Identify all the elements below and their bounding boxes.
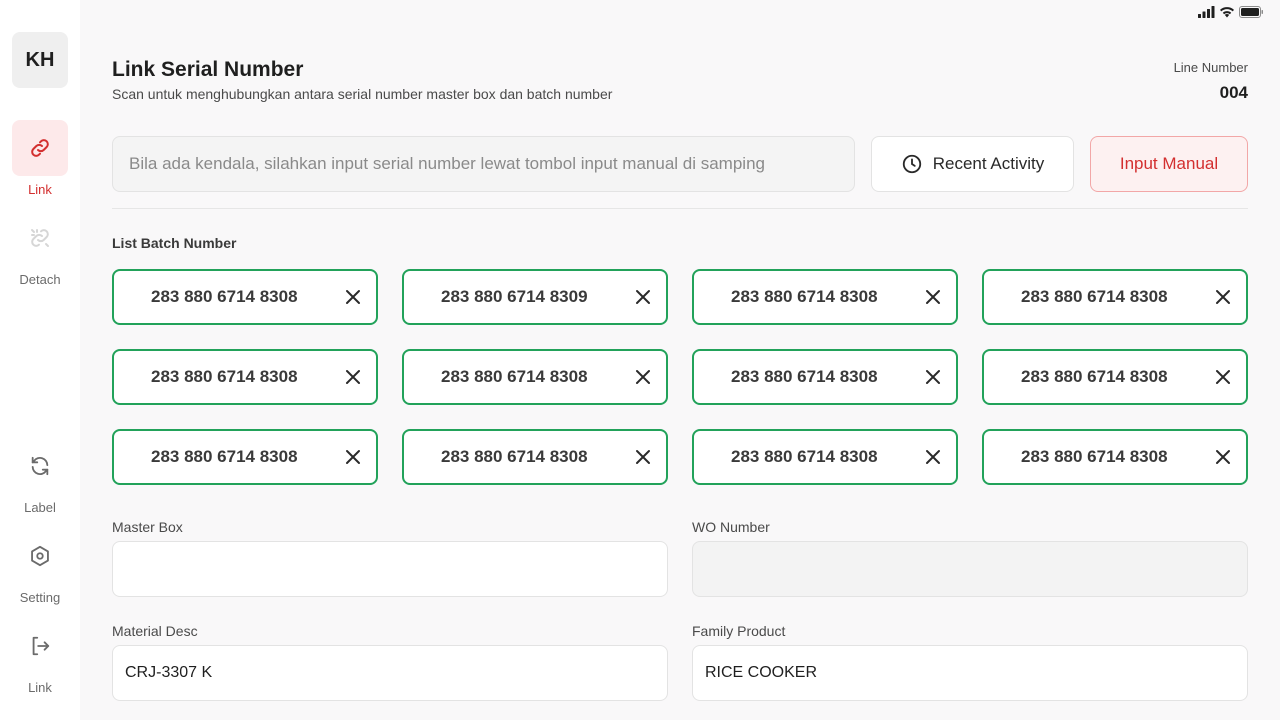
logout-icon <box>12 618 68 674</box>
page-title: Link Serial Number <box>112 58 304 81</box>
close-icon[interactable] <box>924 448 942 466</box>
close-icon[interactable] <box>344 368 362 386</box>
wo-number-label: WO Number <box>692 519 770 535</box>
batch-number-text: 283 880 6714 8308 <box>151 287 298 306</box>
sidebar-item-logout[interactable]: Link <box>0 618 80 695</box>
close-icon[interactable] <box>634 448 652 466</box>
main-content: Link Serial Number Scan untuk menghubung… <box>80 0 1280 720</box>
recent-activity-button[interactable]: Recent Activity <box>871 136 1074 192</box>
sidebar-item-label: Link <box>28 182 52 197</box>
line-number-value: 004 <box>1219 83 1248 102</box>
batch-number-chip: 283 880 6714 8308 <box>112 349 378 405</box>
close-icon[interactable] <box>1214 368 1232 386</box>
batch-number-text: 283 880 6714 8308 <box>731 447 878 466</box>
batch-number-text: 283 880 6714 8308 <box>1021 447 1168 466</box>
close-icon[interactable] <box>344 288 362 306</box>
unlink-icon <box>12 210 68 266</box>
sidebar: KH Link Detach Label Setting Link <box>0 0 80 720</box>
family-product-input[interactable] <box>692 645 1248 701</box>
sidebar-item-link[interactable]: Link <box>0 120 80 197</box>
batch-number-text: 283 880 6714 8308 <box>1021 367 1168 386</box>
batch-number-text: 283 880 6714 8308 <box>1021 287 1168 306</box>
sidebar-item-label: Detach <box>19 272 61 287</box>
input-manual-button[interactable]: Input Manual <box>1090 136 1248 192</box>
sidebar-item-label: Link <box>28 680 52 695</box>
batch-number-text: 283 880 6714 8308 <box>731 287 878 306</box>
close-icon[interactable] <box>924 368 942 386</box>
sidebar-item-label: Setting <box>19 590 61 605</box>
page-subtitle: Scan untuk menghubungkan antara serial n… <box>112 86 613 102</box>
scan-input[interactable] <box>112 136 855 192</box>
batch-number-chip: 283 880 6714 8308 <box>112 269 378 325</box>
batch-number-chip: 283 880 6714 8308 <box>982 349 1248 405</box>
batch-number-chip: 283 880 6714 8308 <box>692 269 958 325</box>
batch-list-title: List Batch Number <box>112 235 237 251</box>
avatar[interactable]: KH <box>12 32 68 88</box>
batch-number-chip: 283 880 6714 8308 <box>692 349 958 405</box>
input-manual-label: Input Manual <box>1119 154 1219 173</box>
close-icon[interactable] <box>634 368 652 386</box>
close-icon[interactable] <box>634 288 652 306</box>
sidebar-item-setting[interactable]: Setting <box>0 528 80 605</box>
wo-number-input <box>692 541 1248 597</box>
batch-number-chip: 283 880 6714 8309 <box>402 269 668 325</box>
family-product-label: Family Product <box>692 623 786 639</box>
batch-number-chip: 283 880 6714 8308 <box>112 429 378 485</box>
batch-number-text: 283 880 6714 8308 <box>151 447 298 466</box>
batch-number-text: 283 880 6714 8309 <box>441 287 588 306</box>
sidebar-item-detach[interactable]: Detach <box>0 210 80 287</box>
gear-icon <box>12 528 68 584</box>
batch-number-chip: 283 880 6714 8308 <box>402 349 668 405</box>
material-desc-label: Material Desc <box>112 623 198 639</box>
batch-number-chip: 283 880 6714 8308 <box>402 429 668 485</box>
batch-number-chip: 283 880 6714 8308 <box>982 269 1248 325</box>
batch-number-text: 283 880 6714 8308 <box>151 367 298 386</box>
batch-number-text: 283 880 6714 8308 <box>441 367 588 386</box>
clock-icon <box>902 154 921 174</box>
divider <box>112 208 1248 209</box>
close-icon[interactable] <box>344 448 362 466</box>
batch-number-chip: 283 880 6714 8308 <box>692 429 958 485</box>
material-desc-input[interactable] <box>112 645 668 701</box>
close-icon[interactable] <box>1214 288 1232 306</box>
batch-number-text: 283 880 6714 8308 <box>441 447 588 466</box>
sidebar-item-label-menu[interactable]: Label <box>0 438 80 515</box>
master-box-label: Master Box <box>112 519 183 535</box>
batch-number-chip: 283 880 6714 8308 <box>982 429 1248 485</box>
refresh-icon <box>12 438 68 494</box>
close-icon[interactable] <box>924 288 942 306</box>
link-icon <box>12 120 68 176</box>
recent-activity-label: Recent Activity <box>932 154 1045 173</box>
close-icon[interactable] <box>1214 448 1232 466</box>
line-number-label: Line Number <box>1173 60 1248 75</box>
master-box-input[interactable] <box>112 541 668 597</box>
batch-number-list: 283 880 6714 8308 283 880 6714 8309 283 88… <box>112 269 1248 485</box>
sidebar-item-label: Label <box>24 500 56 515</box>
batch-number-text: 283 880 6714 8308 <box>731 367 878 386</box>
